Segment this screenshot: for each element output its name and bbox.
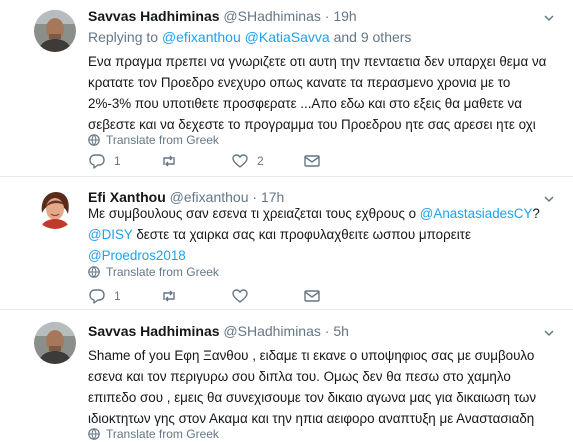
tweet-text-line: επιπεδο σου , εμεις θα συνεχισουμε τον δ… xyxy=(88,390,537,405)
user-handle[interactable]: @SHadhiminas xyxy=(223,323,320,339)
tweet-text-line: 2%-3% που υποτιθετε προσφερατε ...Απο εδ… xyxy=(88,96,522,111)
reply-button[interactable]: 1 xyxy=(88,152,121,170)
like-button[interactable] xyxy=(231,287,257,305)
avatar[interactable] xyxy=(34,187,76,229)
tweet-text-line: Shame of you Εφη Ξανθου , ειδαμε τι εκαν… xyxy=(88,348,535,363)
tweet-text-line: @DISY δεστε τα χαιρκα σας και προφυλαχθε… xyxy=(88,224,558,245)
translate-label: Translate from Greek xyxy=(106,265,219,279)
heart-icon xyxy=(232,154,248,168)
tweet-text: Shame of you Εφη Ξανθου , ειδαμε τι εκαν… xyxy=(88,345,558,429)
globe-icon xyxy=(88,266,100,278)
tweet-actions: 1 2 xyxy=(88,152,488,170)
tweet-text: Ενα πραγμα πρεπει να γνωριζετε οτι αυτη … xyxy=(88,51,558,135)
translate-link[interactable]: Translate from Greek xyxy=(88,133,219,147)
tweet-2[interactable]: Efi Xanthou @efixanthou · 17h Με συμβουλ… xyxy=(0,177,573,310)
avatar[interactable] xyxy=(34,322,76,364)
tweet-text-segment: Με συμβουλους σαν εσενα τι χρειαζεται το… xyxy=(88,206,420,221)
chevron-down-icon[interactable] xyxy=(543,12,555,24)
avatar-woman-image xyxy=(34,187,76,229)
reply-icon xyxy=(89,289,105,304)
retweet-button[interactable] xyxy=(160,287,186,305)
tweet-text-line: κρατατε τον Προεδρο ενεχυρο οπως κανατε … xyxy=(88,75,511,90)
tweet-1[interactable]: Savvas Hadhiminas @SHadhiminas · 19h Rep… xyxy=(0,0,573,177)
replying-to-label: Replying to xyxy=(88,29,159,45)
others-label[interactable]: and 9 others xyxy=(334,29,412,45)
message-icon xyxy=(304,155,320,167)
tweet-3[interactable]: Savvas Hadhiminas @SHadhiminas · 5h Sham… xyxy=(0,310,573,442)
direct-message-button[interactable] xyxy=(303,152,321,170)
translate-label: Translate from Greek xyxy=(106,427,219,441)
reply-count: 1 xyxy=(114,154,121,168)
tweet-text-line: @Proedros2018 xyxy=(88,245,558,266)
tweet-text-segment: ? xyxy=(532,206,540,221)
user-handle[interactable]: @SHadhiminas xyxy=(223,8,320,24)
like-button[interactable]: 2 xyxy=(231,152,264,170)
translate-link[interactable]: Translate from Greek xyxy=(88,427,219,441)
reply-button[interactable]: 1 xyxy=(88,287,121,305)
globe-icon xyxy=(88,428,100,440)
reply-icon xyxy=(89,154,105,169)
mention-link[interactable]: @DISY xyxy=(88,227,133,242)
timestamp[interactable]: 5h xyxy=(333,323,349,339)
avatar-man-image xyxy=(34,10,76,52)
mention-link[interactable]: @AnastasiadesCY xyxy=(420,206,533,221)
tweet-text-line: Με συμβουλους σαν εσενα τι χρειαζεται το… xyxy=(88,203,558,224)
globe-icon xyxy=(88,134,100,146)
tweet-text-line: εσενα και τον περιγυρω σου διπλα του. Ομ… xyxy=(88,369,511,384)
reply-count: 1 xyxy=(114,289,121,303)
tweet-text-line: ιδιοκτητων γης στον Ακαμα και την ηπια α… xyxy=(88,411,535,426)
display-name[interactable]: Savvas Hadhiminas xyxy=(88,323,220,339)
tweet-text-segment: δεστε τα χαιρκα σας και προφυλαχθειτε ωσ… xyxy=(132,227,471,242)
translate-label: Translate from Greek xyxy=(106,133,219,147)
direct-message-button[interactable] xyxy=(303,287,321,305)
chevron-down-icon[interactable] xyxy=(543,327,555,339)
tweet-text-line: Ενα πραγμα πρεπει να γνωριζετε οτι αυτη … xyxy=(88,54,547,69)
tweet-text-line: σεβεστε και να δεχεστε το προγραμμα του … xyxy=(88,117,536,132)
tweet-header: Savvas Hadhiminas @SHadhiminas · 19h xyxy=(88,8,357,24)
message-icon xyxy=(304,290,320,302)
mention-link[interactable]: @efixanthou xyxy=(162,29,241,45)
retweet-icon xyxy=(163,155,175,167)
mention-link[interactable]: @KatiaSavva xyxy=(245,29,330,45)
avatar-man-image xyxy=(34,322,76,364)
display-name[interactable]: Savvas Hadhiminas xyxy=(88,8,220,24)
heart-icon xyxy=(232,289,248,303)
like-count: 2 xyxy=(257,154,264,168)
retweet-icon xyxy=(163,290,175,302)
mention-link[interactable]: @Proedros2018 xyxy=(88,248,186,263)
tweet-header: Savvas Hadhiminas @SHadhiminas · 5h xyxy=(88,323,349,339)
retweet-button[interactable] xyxy=(160,152,186,170)
replying-to: Replying to @efixanthou @KatiaSavva and … xyxy=(88,29,411,45)
separator-dot: · xyxy=(324,323,330,339)
translate-link[interactable]: Translate from Greek xyxy=(88,265,219,279)
tweet-text: Με συμβουλους σαν εσενα τι χρειαζεται το… xyxy=(88,203,558,266)
tweet-actions: 1 xyxy=(88,287,488,305)
separator-dot: · xyxy=(324,8,330,24)
avatar[interactable] xyxy=(34,10,76,52)
timestamp[interactable]: 19h xyxy=(333,8,356,24)
